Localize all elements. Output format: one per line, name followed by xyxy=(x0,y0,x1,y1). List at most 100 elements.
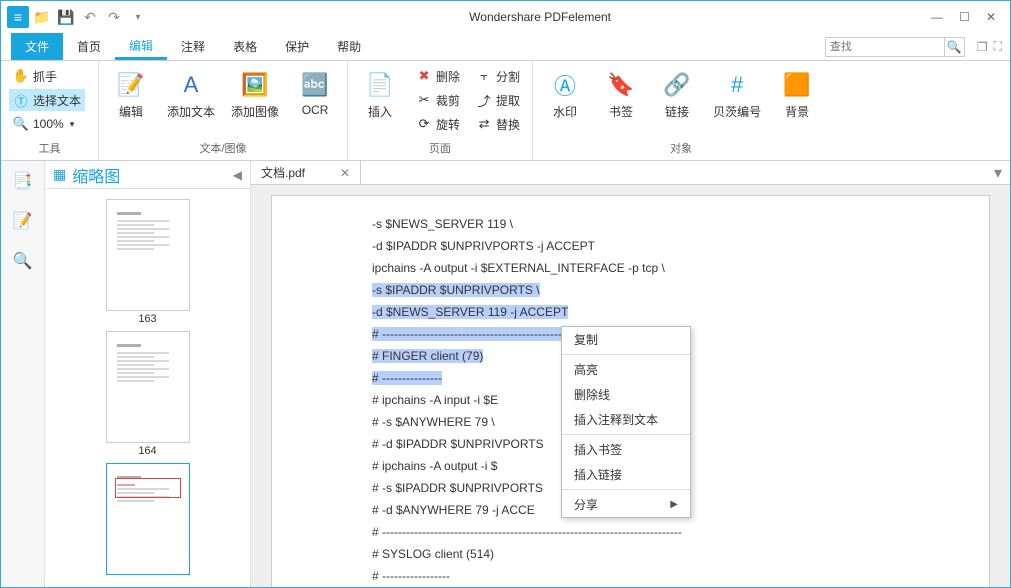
background-icon: 🟧 xyxy=(783,69,810,101)
tab-protect[interactable]: 保护 xyxy=(271,33,323,60)
ctx-addbm-label: 插入书签 xyxy=(574,441,622,458)
code-line: # ipchains -A input -i $E xyxy=(372,393,498,407)
context-menu: 复制 高亮 删除线 插入注释到文本 插入书签 插入链接 分享 ▶ xyxy=(561,326,691,518)
ribbon-group-page: 📄插入 ✖删除 ✂裁剪 ⟳旋转 ⫟分割 ⤴提取 ⇄替换 页面 xyxy=(348,61,533,160)
side-toolbar: 📑 📝 🔍 xyxy=(1,161,45,587)
code-line: # SYSLOG client (514) xyxy=(372,547,494,561)
title-bar: ≡ 📁 💾 ↶ ↷ ▾ Wondershare PDFelement — ☐ ✕ xyxy=(1,1,1010,33)
link-button[interactable]: 🔗链接 xyxy=(653,65,701,124)
split-button[interactable]: ⫟分割 xyxy=(472,65,524,87)
add-text-icon: A xyxy=(184,69,199,101)
add-text-button[interactable]: A 添加文本 xyxy=(163,65,219,124)
minimize-button[interactable]: — xyxy=(931,10,943,24)
tab-help[interactable]: 帮助 xyxy=(323,33,375,60)
extract-label: 提取 xyxy=(496,92,520,109)
thumbnail-list[interactable]: 163 164 xyxy=(45,189,250,587)
thumbnail-panel: ▦ 缩略图 ◀ 163 164 xyxy=(45,161,251,587)
thumbnail-page-number: 163 xyxy=(106,313,190,325)
maximize-button[interactable]: ☐ xyxy=(959,10,970,24)
insert-button[interactable]: 📄插入 xyxy=(356,65,404,124)
ctx-add-bookmark[interactable]: 插入书签 xyxy=(562,437,690,462)
ctx-add-link[interactable]: 插入链接 xyxy=(562,462,690,487)
code-line: ipchains -A output -i $EXTERNAL_INTERFAC… xyxy=(372,261,665,275)
select-text-tool[interactable]: Ⓣ选择文本 xyxy=(9,89,85,111)
crop-button[interactable]: ✂裁剪 xyxy=(412,89,464,111)
thumbnail-close-icon[interactable]: ◀ xyxy=(233,168,242,182)
zoom-label: 100% xyxy=(33,117,64,131)
tab-edit[interactable]: 编辑 xyxy=(115,33,167,60)
rotate-icon: ⟳ xyxy=(416,116,432,132)
extract-icon: ⤴ xyxy=(476,92,492,108)
ctx-separator xyxy=(562,354,690,355)
window-controls: — ☐ ✕ xyxy=(931,10,1004,24)
bates-button[interactable]: #贝茨编号 xyxy=(709,65,765,124)
redo-icon[interactable]: ↷ xyxy=(103,6,125,28)
ctx-copy[interactable]: 复制 xyxy=(562,327,690,352)
code-line: -s $NEWS_SERVER 119 \ xyxy=(372,217,513,231)
watermark-button[interactable]: Ⓐ水印 xyxy=(541,65,589,124)
tab-file[interactable]: 文件 xyxy=(11,33,63,60)
thumbnail-item[interactable]: 163 xyxy=(106,199,190,325)
restore-down-icon[interactable]: ❐ xyxy=(977,40,988,54)
extract-button[interactable]: ⤴提取 xyxy=(472,89,524,111)
tab-comment[interactable]: 注释 xyxy=(167,33,219,60)
tab-close-icon[interactable]: ✕ xyxy=(340,166,350,180)
selected-text: -d $NEWS_SERVER 119 -j ACCEPT xyxy=(372,305,568,319)
close-button[interactable]: ✕ xyxy=(986,10,996,24)
code-line: # -s $IPADDR $UNPRIVPORTS xyxy=(372,481,543,495)
thumbnail-icon: ▦ xyxy=(53,166,66,183)
bookmark-button[interactable]: 🔖书签 xyxy=(597,65,645,124)
replace-label: 替换 xyxy=(496,116,520,133)
tab-form[interactable]: 表格 xyxy=(219,33,271,60)
group-label-tool: 工具 xyxy=(9,140,90,158)
ribbon: ✋抓手 Ⓣ选择文本 🔍100%▾ 工具 📝编辑 A 添加文本 🖼️添加图像 🔤OC… xyxy=(1,61,1010,161)
search-icon[interactable]: 🔍 xyxy=(945,37,965,57)
bookmark-panel-icon[interactable]: 📑 xyxy=(11,169,35,193)
ctx-strikeout[interactable]: 删除线 xyxy=(562,382,690,407)
document-tab[interactable]: 文档.pdf ✕ xyxy=(251,161,361,184)
ctx-share-label: 分享 xyxy=(574,496,598,513)
edit-button[interactable]: 📝编辑 xyxy=(107,65,155,124)
replace-button[interactable]: ⇄替换 xyxy=(472,113,524,135)
delete-button[interactable]: ✖删除 xyxy=(412,65,464,87)
fullscreen-icon[interactable]: ⛶ xyxy=(994,39,1002,54)
background-button[interactable]: 🟧背景 xyxy=(773,65,821,124)
undo-icon[interactable]: ↶ xyxy=(79,6,101,28)
ocr-button[interactable]: 🔤OCR xyxy=(291,65,339,121)
qat-dropdown-icon[interactable]: ▾ xyxy=(127,6,149,28)
add-image-button[interactable]: 🖼️添加图像 xyxy=(227,65,283,124)
search-input[interactable] xyxy=(825,37,945,57)
thumbnail-item[interactable]: 164 xyxy=(106,331,190,457)
annotation-panel-icon[interactable]: 📝 xyxy=(11,209,35,233)
ctx-add-note[interactable]: 插入注释到文本 xyxy=(562,407,690,432)
ctx-highlight[interactable]: 高亮 xyxy=(562,357,690,382)
rotate-button[interactable]: ⟳旋转 xyxy=(412,113,464,135)
bookmark-icon: 🔖 xyxy=(607,69,634,101)
app-menu-icon[interactable]: ≡ xyxy=(7,6,29,28)
insert-icon: 📄 xyxy=(366,69,393,101)
document-tabs: 文档.pdf ✕ ▾ xyxy=(251,161,1010,185)
tab-home[interactable]: 首页 xyxy=(63,33,115,60)
hand-tool[interactable]: ✋抓手 xyxy=(9,65,85,87)
code-line: # -s $ANYWHERE 79 \ xyxy=(372,415,495,429)
replace-icon: ⇄ xyxy=(476,116,492,132)
expand-tabs-icon[interactable]: ▾ xyxy=(986,161,1010,184)
ribbon-group-tool: ✋抓手 Ⓣ选择文本 🔍100%▾ 工具 xyxy=(1,61,99,160)
ocr-label: OCR xyxy=(302,103,329,117)
save-icon[interactable]: 💾 xyxy=(55,6,77,28)
search-box: 🔍 xyxy=(825,33,965,60)
link-icon: 🔗 xyxy=(663,69,690,101)
ctx-copy-label: 复制 xyxy=(574,331,598,348)
add-image-icon: 🖼️ xyxy=(241,69,268,101)
delete-icon: ✖ xyxy=(416,68,432,84)
group-label-textimage: 文本/图像 xyxy=(107,140,339,158)
text-select-icon: Ⓣ xyxy=(13,92,29,108)
open-folder-icon[interactable]: 📁 xyxy=(31,6,53,28)
search-panel-icon[interactable]: 🔍 xyxy=(11,249,35,273)
submenu-arrow-icon: ▶ xyxy=(670,499,678,510)
ctx-share[interactable]: 分享 ▶ xyxy=(562,492,690,517)
thumbnail-item[interactable] xyxy=(106,463,190,575)
add-text-label: 添加文本 xyxy=(167,103,215,120)
zoom-tool[interactable]: 🔍100%▾ xyxy=(9,113,85,135)
bates-label: 贝茨编号 xyxy=(713,103,761,120)
